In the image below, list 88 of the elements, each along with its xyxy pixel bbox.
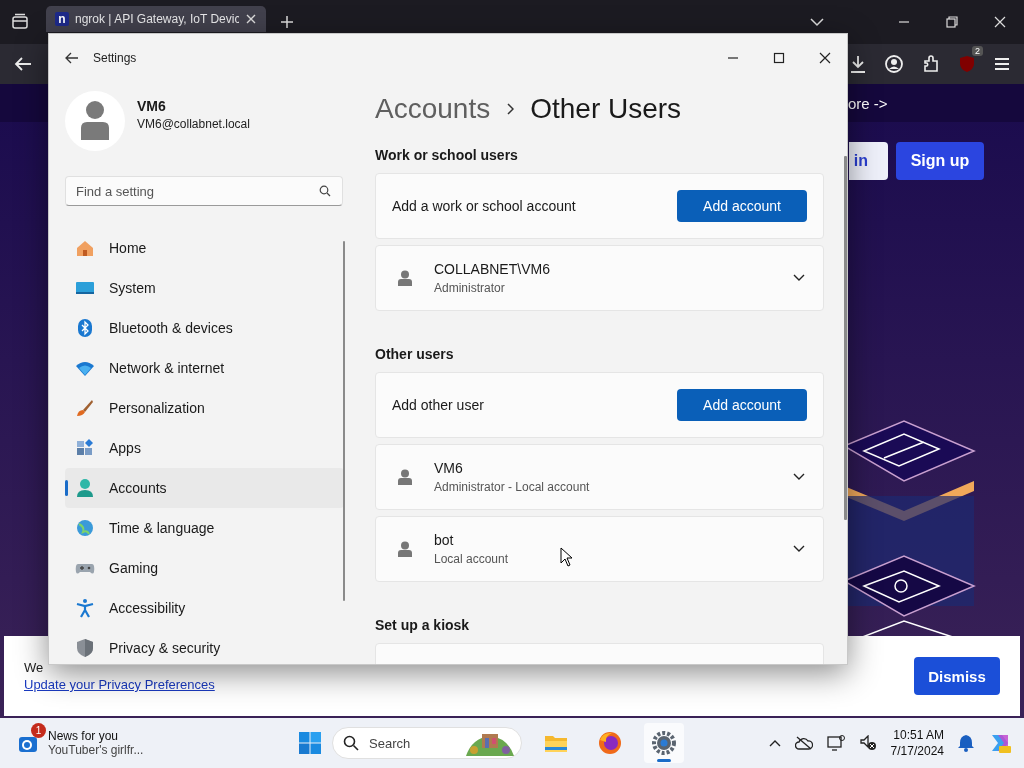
restore-icon[interactable]: [946, 16, 958, 28]
globe-icon: [75, 518, 95, 538]
person-icon: [398, 541, 412, 557]
shield-icon: [75, 638, 95, 658]
user-name: COLLABNET\VM6: [434, 261, 550, 277]
gear-icon: [651, 730, 677, 756]
bluetooth-icon: [75, 318, 95, 338]
bell-icon[interactable]: [958, 734, 974, 752]
back-arrow-icon[interactable]: [65, 51, 79, 64]
speaker-muted-icon[interactable]: [858, 735, 877, 751]
section-heading: Work or school users: [375, 146, 519, 165]
nav-item[interactable]: Home: [65, 228, 344, 268]
chevron-down-icon[interactable]: [793, 473, 805, 481]
nav-item[interactable]: Privacy & security: [65, 628, 344, 664]
news-headline[interactable]: YouTuber's girlfr...: [48, 743, 144, 757]
nav-item[interactable]: System: [65, 268, 344, 308]
notification-badge: 1: [31, 723, 46, 738]
person-icon: [80, 100, 110, 140]
accounts-icon: [75, 478, 95, 498]
person-icon: [398, 469, 412, 485]
card-label: Add a work or school account: [392, 198, 576, 214]
cloud-offline-icon[interactable]: [794, 736, 813, 750]
nav-item[interactable]: Personalization: [65, 388, 344, 428]
taskbar-app[interactable]: [644, 723, 684, 763]
section-heading: Set up a kiosk: [375, 616, 471, 635]
favicon-icon: n: [55, 12, 69, 26]
chevron-up-icon[interactable]: [768, 739, 781, 747]
search-icon: [343, 735, 359, 751]
user-card[interactable]: COLLABNET\VM6 Administrator: [375, 245, 824, 311]
badge: 2: [972, 46, 983, 56]
scrollbar[interactable]: [844, 156, 847, 520]
login-button[interactable]: in: [849, 142, 888, 180]
maximize-icon[interactable]: [773, 51, 785, 64]
close-icon[interactable]: [819, 51, 831, 64]
chevron-right-icon: [506, 103, 515, 115]
home-icon: [75, 238, 95, 258]
mouse-cursor-icon: [560, 547, 573, 567]
network-disconnected-icon[interactable]: [826, 735, 845, 751]
user-card[interactable]: VM6 Administrator - Local account: [375, 444, 824, 510]
user-name: VM6: [137, 97, 167, 114]
user-detail: Local account: [434, 552, 509, 566]
browser-icon: [597, 730, 623, 756]
download-icon[interactable]: [850, 55, 866, 73]
card-label: Add other user: [392, 397, 484, 413]
nav-item[interactable]: Gaming: [65, 548, 344, 588]
nav-item[interactable]: Bluetooth & devices: [65, 308, 344, 348]
sign-up-button[interactable]: Sign up: [896, 142, 984, 180]
banner-text: We: [24, 660, 45, 675]
breadcrumb-link[interactable]: Accounts: [375, 93, 491, 125]
user-card[interactable]: bot Local account: [375, 516, 824, 582]
clock-date[interactable]: 7/17/2024: [890, 743, 944, 759]
window-title: Settings: [93, 50, 137, 65]
news-title[interactable]: News for you: [48, 729, 144, 743]
privacy-link[interactable]: Update your Privacy Preferences: [24, 677, 215, 692]
tab-list-icon[interactable]: [11, 13, 29, 31]
user-email: VM6@collabnet.local: [137, 116, 250, 131]
nav-item[interactable]: Time & language: [65, 508, 344, 548]
chevron-down-icon[interactable]: [793, 274, 805, 282]
clock-time[interactable]: 10:51 AM: [890, 727, 944, 743]
extensions-icon[interactable]: [922, 55, 940, 73]
selection-indicator: [65, 480, 68, 496]
account-icon[interactable]: [885, 55, 903, 73]
windows-start-icon[interactable]: [298, 731, 322, 755]
add-account-button[interactable]: Add account: [677, 190, 807, 222]
user-detail: Administrator: [434, 281, 506, 295]
nav-link[interactable]: ore ->: [848, 94, 888, 112]
accessibility-icon: [75, 598, 95, 618]
page-title: Other Users: [530, 93, 682, 125]
nav-item[interactable]: Apps: [65, 428, 344, 468]
menu-icon[interactable]: [994, 57, 1010, 71]
user-name: bot: [434, 532, 455, 548]
nav-item[interactable]: Network & internet: [65, 348, 344, 388]
search-icon[interactable]: [319, 185, 331, 197]
active-indicator: [657, 759, 671, 762]
user-name: VM6: [434, 460, 464, 476]
dismiss-button[interactable]: Dismiss: [914, 657, 1000, 695]
nav-item[interactable]: Accessibility: [65, 588, 344, 628]
user-detail: Administrator - Local account: [434, 480, 590, 494]
nav-item[interactable]: Accounts: [65, 468, 344, 508]
search-field[interactable]: Find a setting: [65, 176, 343, 206]
new-tab-icon[interactable]: [280, 15, 294, 29]
person-icon: [398, 270, 412, 286]
section-heading: Other users: [375, 345, 455, 364]
chevron-down-icon[interactable]: [793, 545, 805, 553]
brush-icon: [75, 398, 95, 418]
scrollbar[interactable]: [343, 241, 345, 601]
add-account-button[interactable]: Add account: [677, 389, 807, 421]
apps-icon: [75, 438, 95, 458]
